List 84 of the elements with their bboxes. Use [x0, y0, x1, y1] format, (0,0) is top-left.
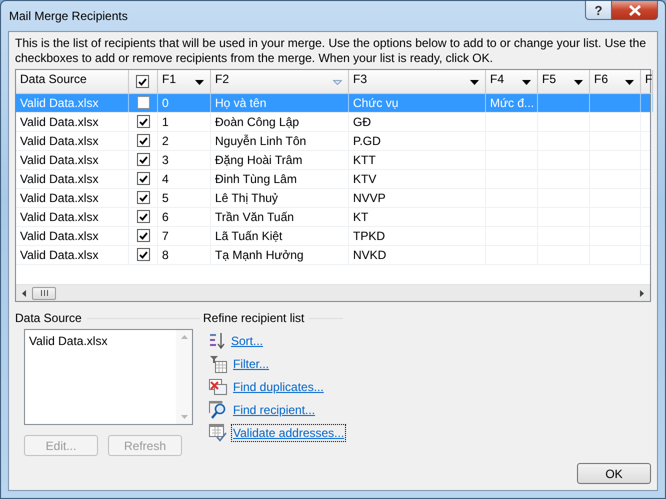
f3-cell: KTT	[349, 151, 486, 169]
f4-cell: Mức đ...	[486, 94, 538, 112]
source-cell: Valid Data.xlsx	[16, 151, 129, 169]
f1-cell: 3	[158, 151, 211, 169]
checkbox[interactable]	[136, 229, 150, 242]
checkbox[interactable]	[136, 96, 150, 109]
checkbox[interactable]	[136, 248, 150, 261]
f1-cell: 4	[158, 170, 211, 188]
source-cell: Valid Data.xlsx	[16, 189, 129, 207]
filter-link[interactable]: Filter...	[231, 354, 272, 372]
search-icon	[209, 400, 227, 418]
checkbox[interactable]	[136, 191, 150, 204]
f2-cell: Tạ Mạnh Hưởng	[211, 246, 349, 264]
f2-cell: Nguyễn Linh Tôn	[211, 132, 349, 150]
f2-cell: Lê Thị Thuỷ	[211, 189, 349, 207]
data-source-list[interactable]: Valid Data.xlsx	[24, 329, 193, 425]
table-row[interactable]: Valid Data.xlsx 3 Đặng Hoài Trâm KTT	[16, 151, 650, 170]
f2-cell: Đoàn Công Lập	[211, 113, 349, 131]
source-cell: Valid Data.xlsx	[16, 208, 129, 226]
horizontal-scrollbar[interactable]	[16, 284, 650, 301]
f3-cell: P.GD	[349, 132, 486, 150]
table-row[interactable]: Valid Data.xlsx 6 Trần Văn Tuấn KT	[16, 208, 650, 227]
checkbox[interactable]	[136, 134, 150, 147]
sort-icon	[209, 332, 225, 350]
source-cell: Valid Data.xlsx	[16, 113, 129, 131]
source-cell: Valid Data.xlsx	[16, 227, 129, 245]
f1-cell: 5	[158, 189, 211, 207]
filter-icon	[209, 354, 227, 372]
checkbox[interactable]	[136, 172, 150, 185]
source-cell: Valid Data.xlsx	[16, 132, 129, 150]
ok-button[interactable]: OK	[577, 463, 651, 484]
table-row[interactable]: Valid Data.xlsx 1 Đoàn Công Lập GĐ	[16, 113, 650, 132]
f1-cell: 6	[158, 208, 211, 226]
source-cell: Valid Data.xlsx	[16, 246, 129, 264]
dropdown-arrow-icon	[470, 80, 479, 85]
help-button[interactable]: ?	[585, 1, 612, 20]
f1-cell: 2	[158, 132, 211, 150]
f1-cell: 1	[158, 113, 211, 131]
f3-cell: Chức vụ	[349, 94, 486, 112]
table-row[interactable]: Valid Data.xlsx 8 Tạ Mạnh Hưởng NVKD	[16, 246, 650, 265]
sort-arrow-icon	[333, 80, 342, 85]
f3-cell: NVKD	[349, 246, 486, 264]
section-heading: Refine recipient list	[203, 311, 304, 325]
f2-cell: Đinh Tùng Lâm	[211, 170, 349, 188]
description-text: This is the list of recipients that will be used in your merge. Use the options below to add to or change your list. Use the checkboxes to add or remove recipients from the merge. When your list is ready, click OK.	[15, 36, 647, 66]
f2-cell: Trần Văn Tuấn	[211, 208, 349, 226]
dropdown-arrow-icon	[625, 80, 634, 85]
close-icon	[628, 4, 640, 16]
f2-cell: Họ và tên	[211, 94, 349, 112]
f1-cell: 0	[158, 94, 211, 112]
list-item[interactable]: Valid Data.xlsx	[28, 334, 173, 348]
duplicates-link[interactable]: Find duplicates...	[231, 378, 326, 396]
duplicates-icon	[209, 378, 227, 394]
f1-cell: 8	[158, 246, 211, 264]
f1-cell: 7	[158, 227, 211, 245]
source-cell: Valid Data.xlsx	[16, 94, 129, 112]
validate-icon	[209, 424, 227, 442]
checkbox[interactable]	[136, 210, 150, 223]
window-title: Mail Merge Recipients	[9, 9, 128, 23]
f3-cell: KTV	[349, 170, 486, 188]
checkbox[interactable]	[136, 75, 149, 88]
f2-cell: Lã Tuấn Kiệt	[211, 227, 349, 245]
checkbox[interactable]	[136, 115, 150, 128]
scroll-right-icon[interactable]	[640, 290, 644, 296]
section-heading: Data Source	[15, 311, 82, 325]
f3-cell: KT	[349, 208, 486, 226]
validate-link[interactable]: Validate addresses...	[231, 424, 346, 442]
dropdown-arrow-icon	[574, 80, 583, 85]
checkbox[interactable]	[136, 153, 150, 166]
sort-link[interactable]: Sort...	[229, 332, 266, 350]
table-row[interactable]: Valid Data.xlsx 2 Nguyễn Linh Tôn P.GD	[16, 132, 650, 151]
f3-cell: NVVP	[349, 189, 486, 207]
scroll-left-icon[interactable]	[22, 290, 26, 296]
close-button[interactable]	[612, 1, 658, 20]
f3-cell: GĐ	[349, 113, 486, 131]
f3-cell: TPKD	[349, 227, 486, 245]
dropdown-arrow-icon	[195, 80, 204, 85]
table-row[interactable]: Valid Data.xlsx 4 Đinh Tùng Lâm KTV	[16, 170, 650, 189]
source-cell: Valid Data.xlsx	[16, 170, 129, 188]
dropdown-arrow-icon	[522, 80, 531, 85]
f2-cell: Đặng Hoài Trâm	[211, 151, 349, 169]
find-link[interactable]: Find recipient...	[231, 400, 318, 418]
table-row[interactable]: Valid Data.xlsx 5 Lê Thị Thuỷ NVVP	[16, 189, 650, 208]
table-row[interactable]: Valid Data.xlsx 7 Lã Tuấn Kiệt TPKD	[16, 227, 650, 246]
